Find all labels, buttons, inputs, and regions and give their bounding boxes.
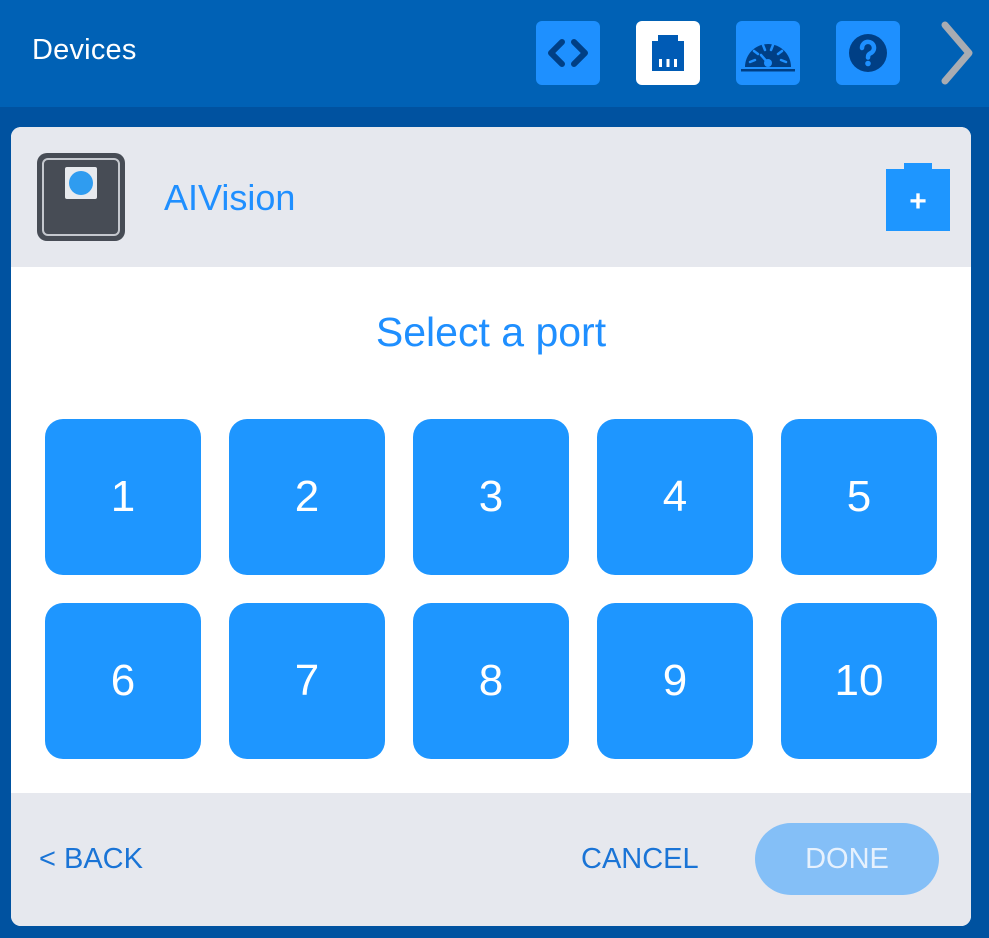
more-tools-button[interactable] (930, 20, 980, 86)
done-button[interactable]: DONE (755, 823, 939, 895)
help-icon (849, 34, 887, 72)
code-view-button[interactable] (536, 21, 600, 85)
port-button-1[interactable]: 1 (45, 419, 201, 575)
port-button-9[interactable]: 9 (597, 603, 753, 759)
port-button-5[interactable]: 5 (781, 419, 937, 575)
page-title: Devices (32, 34, 137, 66)
port-button-2[interactable]: 2 (229, 419, 385, 575)
help-button[interactable] (836, 21, 900, 85)
device-name: AIVision (164, 177, 296, 218)
port-button-6[interactable]: 6 (45, 603, 201, 759)
dashboard-view-button[interactable] (736, 21, 800, 85)
port-button-4[interactable]: 4 (597, 419, 753, 575)
chevron-right-icon (941, 21, 973, 85)
ai-vision-sensor-icon (37, 153, 125, 241)
select-port-title: Select a port (375, 309, 607, 355)
port-button-3[interactable]: 3 (413, 419, 569, 575)
back-button[interactable]: < BACK (39, 843, 143, 876)
ports-icon (652, 35, 684, 71)
device-config-panel: AIVision + Select a port 1 2 3 4 5 6 7 8… (11, 127, 971, 926)
port-button-10[interactable]: 10 (781, 603, 937, 759)
port-button-8[interactable]: 8 (413, 603, 569, 759)
add-plus-label: + (909, 185, 927, 218)
panel-footer: < BACK CANCEL DONE (11, 793, 971, 926)
dashboard-icon (741, 43, 795, 72)
code-icon (548, 39, 588, 67)
ports-view-button[interactable] (636, 21, 700, 85)
add-device-button[interactable]: + (886, 163, 950, 231)
top-bar: Devices (0, 0, 989, 107)
cancel-button[interactable]: CANCEL (581, 843, 699, 876)
device-header: AIVision + (11, 127, 971, 267)
port-button-7[interactable]: 7 (229, 603, 385, 759)
